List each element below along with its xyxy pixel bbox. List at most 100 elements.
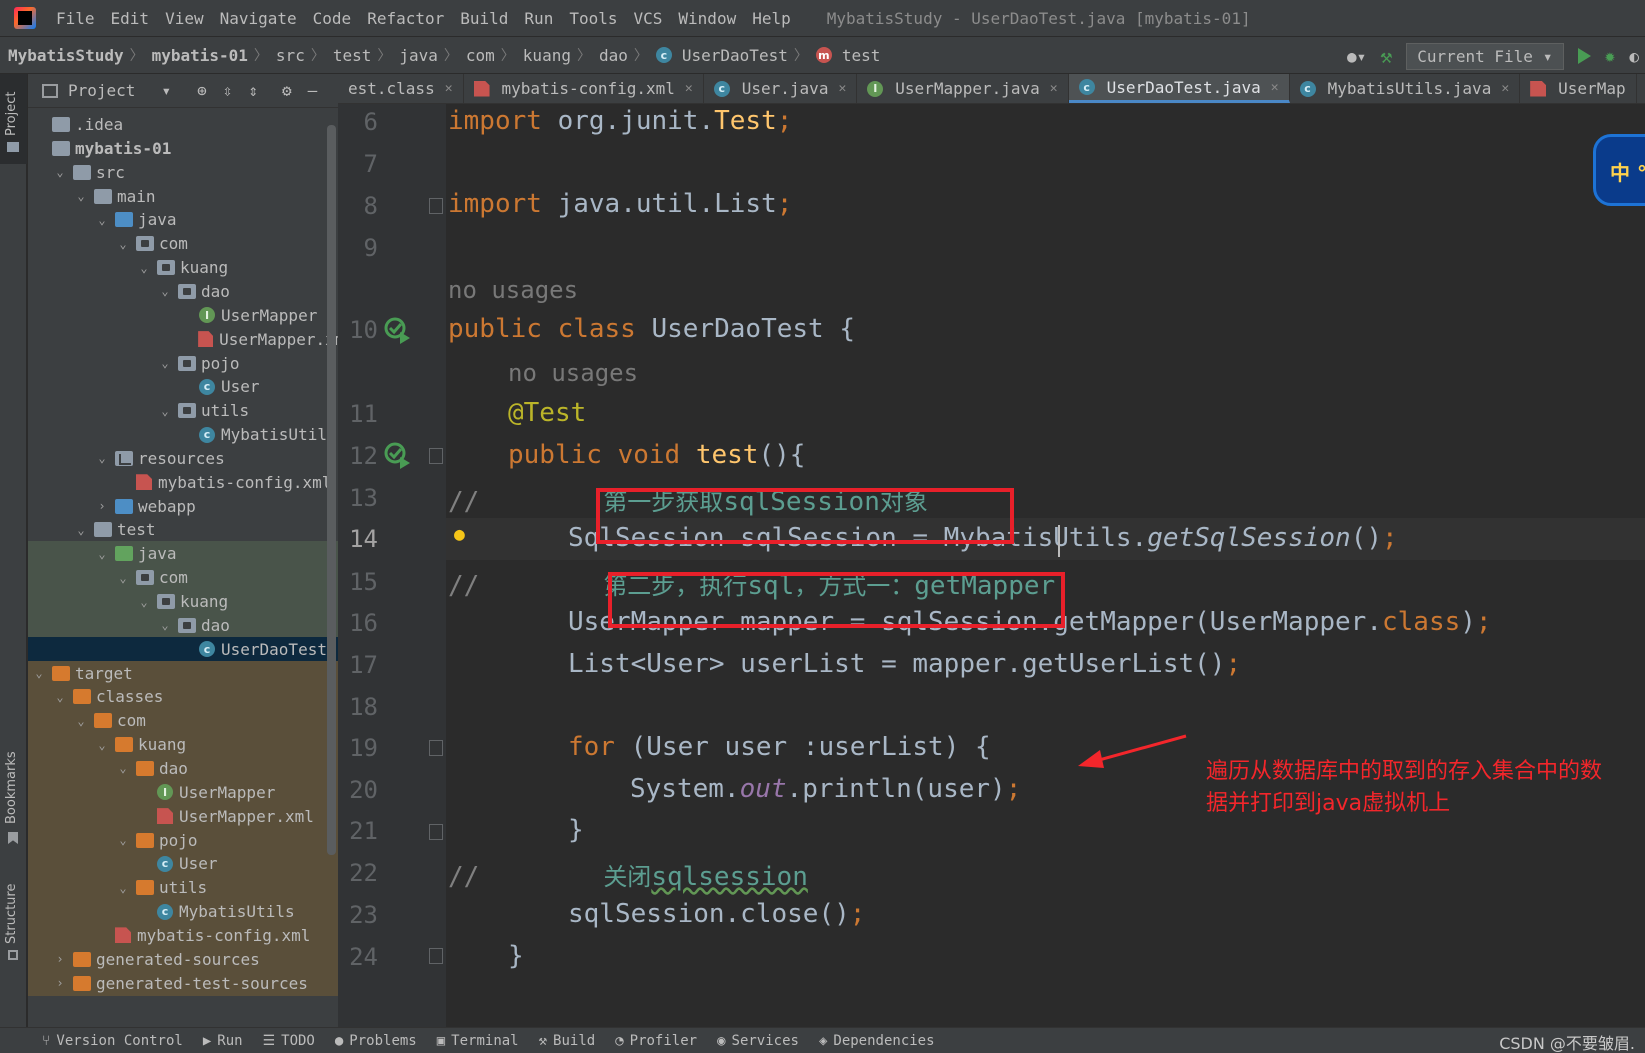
run-test-class-icon[interactable] — [384, 316, 412, 344]
tree-node[interactable]: ⌄ com — [28, 565, 354, 591]
expand-toggle-icon[interactable]: ⌄ — [158, 356, 172, 370]
debug-bug-icon[interactable]: ✹ — [1605, 46, 1616, 67]
build-hammer-icon[interactable]: ⚒ — [1380, 44, 1392, 68]
tree-node[interactable]: ⌄ utils — [28, 875, 354, 901]
tree-node[interactable]: .idea — [28, 112, 354, 137]
tree-node[interactable]: mybatis-config.xml — [28, 922, 354, 948]
tree-node[interactable]: UserMapper.xml — [28, 803, 354, 829]
project-tool-button[interactable]: Project — [0, 74, 27, 164]
expand-toggle-icon[interactable]: ⌄ — [74, 189, 88, 203]
breadcrumb-java[interactable]: java — [391, 46, 444, 65]
tree-node[interactable]: ⌄ dao — [28, 755, 354, 781]
menu-navigate[interactable]: Navigate — [212, 9, 305, 28]
project-tree-scrollbar[interactable] — [327, 125, 336, 855]
close-icon[interactable]: ✕ — [1271, 80, 1279, 95]
run-configuration-select[interactable]: Current File ▾ — [1406, 42, 1564, 70]
tree-node[interactable]: ⌄ com — [28, 231, 354, 256]
breadcrumb-method[interactable]: m test — [808, 46, 887, 65]
expand-all-icon[interactable]: ⇳ — [223, 81, 233, 100]
locate-file-icon[interactable]: ⊕ — [197, 81, 207, 100]
menu-run[interactable]: Run — [516, 9, 561, 28]
fold-toggle-icon[interactable] — [429, 824, 443, 840]
editor-tab[interactable]: I UserMapper.java ✕ — [857, 74, 1069, 103]
expand-toggle-icon[interactable]: ⌄ — [116, 761, 130, 775]
usages-hint[interactable]: no usages — [508, 359, 638, 387]
todo-tool[interactable]: ☰ TODO — [253, 1033, 325, 1049]
tree-node[interactable]: mybatis-config.xml — [28, 470, 354, 495]
tree-node[interactable]: ⌄ classes — [28, 684, 354, 710]
hide-panel-icon[interactable]: — — [308, 81, 318, 100]
close-icon[interactable]: ✕ — [1501, 81, 1509, 96]
problems-tool[interactable]: ● Problems — [325, 1033, 427, 1049]
expand-toggle-icon[interactable]: ⌄ — [158, 284, 172, 298]
tree-node[interactable]: ⌄ pojo — [28, 827, 354, 853]
editor-tab[interactable]: c UserDaoTest.java ✕ — [1068, 74, 1290, 103]
tree-node[interactable]: ⌄ kuang — [28, 732, 354, 758]
menu-edit[interactable]: Edit — [103, 9, 158, 28]
editor-tab[interactable]: est.class ✕ — [338, 74, 464, 103]
tree-node[interactable]: UserMapper.xml — [28, 327, 354, 352]
editor-tab[interactable]: UserMap — [1520, 74, 1637, 103]
tree-node[interactable]: ⌄ kuang — [28, 255, 354, 280]
expand-toggle-icon[interactable]: ⌄ — [95, 213, 109, 227]
user-account-icon[interactable]: ●▾ — [1347, 47, 1366, 66]
tree-node[interactable]: c User — [28, 851, 354, 877]
fold-toggle-icon[interactable] — [429, 448, 443, 464]
tree-node[interactable]: ⌄ main — [28, 184, 354, 209]
expand-toggle-icon[interactable]: › — [53, 976, 67, 990]
breadcrumb-module[interactable]: mybatis-01 — [144, 46, 254, 65]
tree-node[interactable]: ⌄ target — [28, 660, 354, 686]
menu-refactor[interactable]: Refactor — [359, 9, 452, 28]
menu-code[interactable]: Code — [305, 9, 360, 28]
run-icon[interactable] — [1577, 48, 1591, 64]
expand-toggle-icon[interactable]: ⌄ — [137, 595, 151, 609]
tree-node[interactable]: c MybatisUtils — [28, 422, 354, 447]
build-tool[interactable]: ⚒ Build — [529, 1033, 606, 1049]
bookmarks-tool-button[interactable]: Bookmarks — [0, 751, 27, 854]
expand-toggle-icon[interactable]: ⌄ — [116, 833, 130, 847]
menu-window[interactable]: Window — [670, 9, 744, 28]
menu-file[interactable]: File — [48, 9, 103, 28]
expand-toggle-icon[interactable]: ⌄ — [32, 666, 46, 680]
close-icon[interactable]: ✕ — [445, 81, 453, 96]
editor-tab[interactable]: c User.java ✕ — [704, 74, 858, 103]
tree-node[interactable]: I UserMapper — [28, 779, 354, 805]
expand-toggle-icon[interactable]: ⌄ — [95, 738, 109, 752]
tree-node[interactable]: c User — [28, 374, 354, 399]
expand-toggle-icon[interactable]: ⌄ — [116, 237, 130, 251]
menu-tools[interactable]: Tools — [561, 9, 625, 28]
expand-toggle-icon[interactable]: ⌄ — [116, 881, 130, 895]
menu-help[interactable]: Help — [744, 9, 799, 28]
expand-toggle-icon[interactable]: ⌄ — [95, 451, 109, 465]
expand-toggle-icon[interactable]: ⌄ — [137, 261, 151, 275]
expand-toggle-icon[interactable]: ⌄ — [74, 714, 88, 728]
expand-toggle-icon[interactable]: › — [95, 499, 109, 513]
tree-node[interactable]: › webapp — [28, 494, 354, 519]
profiler-tool[interactable]: ◔ Profiler — [605, 1033, 707, 1049]
fold-toggle-icon[interactable] — [429, 198, 443, 214]
tree-node[interactable]: ⌄ test — [28, 517, 354, 542]
coverage-icon[interactable]: ◐ — [1629, 47, 1639, 66]
breadcrumb-test[interactable]: test — [325, 46, 378, 65]
services-tool[interactable]: ◉ Services — [707, 1033, 809, 1049]
gear-icon[interactable]: ⚙ — [282, 81, 292, 100]
expand-toggle-icon[interactable]: › — [53, 952, 67, 966]
editor-tab[interactable]: mybatis-config.xml ✕ — [464, 74, 704, 103]
tree-node[interactable]: ⌄ dao — [28, 612, 354, 638]
breadcrumb-src[interactable]: src — [268, 46, 311, 65]
fold-toggle-icon[interactable] — [429, 740, 443, 756]
expand-toggle-icon[interactable]: ⌄ — [158, 404, 172, 418]
collapse-all-icon[interactable]: ⇕ — [248, 81, 258, 100]
expand-toggle-icon[interactable]: ⌄ — [53, 165, 67, 179]
tree-node[interactable]: ⌄ utils — [28, 398, 354, 423]
close-icon[interactable]: ✕ — [1050, 81, 1058, 96]
breadcrumb-class[interactable]: c UserDaoTest — [648, 46, 794, 65]
run-test-method-icon[interactable] — [384, 441, 412, 469]
breadcrumb-kuang[interactable]: kuang — [515, 46, 577, 65]
usages-hint[interactable]: no usages — [448, 276, 578, 304]
tree-node[interactable]: ⌄ src — [28, 160, 354, 185]
structure-tool-button[interactable]: Structure — [0, 874, 27, 964]
lightbulb-icon[interactable]: ● — [454, 524, 465, 545]
run-tool[interactable]: ▶ Run — [193, 1033, 253, 1049]
expand-toggle-icon[interactable]: ⌄ — [95, 547, 109, 561]
